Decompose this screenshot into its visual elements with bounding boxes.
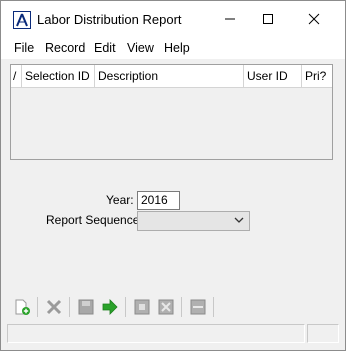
toolbar (1, 293, 345, 321)
status-bar (1, 321, 345, 350)
toolbar-separator (181, 297, 182, 317)
grid-header: / Selection ID Description User ID Pri? (11, 65, 332, 88)
menu-view[interactable]: View (127, 41, 154, 55)
column-header-user-id[interactable]: User ID (244, 65, 302, 87)
menu-file[interactable]: File (14, 41, 34, 55)
maximize-icon (263, 14, 273, 24)
year-label: Year: (106, 193, 134, 207)
report-sequence-label: Report Sequence: (46, 213, 143, 227)
window-title: Labor Distribution Report (37, 12, 182, 27)
save-icon (78, 299, 94, 315)
menu-edit[interactable]: Edit (94, 41, 116, 55)
close-button[interactable] (291, 1, 337, 37)
status-pane-main (7, 324, 305, 343)
status-pane-secondary (307, 324, 339, 343)
toolbar-separator (125, 297, 126, 317)
report-window: Labor Distribution Report File Record Ed… (0, 0, 346, 351)
app-logo-icon (13, 11, 31, 29)
title-bar: Labor Distribution Report (1, 1, 345, 37)
copy-button[interactable] (131, 296, 153, 318)
toolbar-separator (69, 297, 70, 317)
save-button[interactable] (75, 296, 97, 318)
options-button[interactable] (187, 296, 209, 318)
options-icon (190, 299, 206, 315)
column-header-selection-id[interactable]: Selection ID (22, 65, 95, 87)
clear-icon (158, 299, 174, 315)
column-header-marker[interactable]: / (11, 65, 22, 87)
column-header-description[interactable]: Description (95, 65, 244, 87)
new-record-button[interactable] (11, 296, 33, 318)
maximize-button[interactable] (245, 1, 291, 37)
report-sequence-select[interactable] (137, 211, 250, 231)
chevron-down-icon (234, 217, 244, 223)
go-arrow-icon (102, 299, 118, 315)
menu-bar: File Record Edit View Help (1, 37, 345, 59)
toolbar-separator (37, 297, 38, 317)
delete-icon (46, 299, 62, 315)
copy-icon (134, 299, 150, 315)
minimize-icon (225, 18, 235, 20)
close-icon (308, 13, 320, 25)
run-button[interactable] (99, 296, 121, 318)
year-field[interactable]: 2016 (137, 191, 180, 210)
toolbar-separator (213, 297, 214, 317)
clear-button[interactable] (155, 296, 177, 318)
new-record-icon (15, 299, 30, 315)
menu-record[interactable]: Record (45, 41, 85, 55)
selection-grid[interactable]: / Selection ID Description User ID Pri? (10, 64, 333, 160)
delete-button[interactable] (43, 296, 65, 318)
menu-help[interactable]: Help (164, 41, 190, 55)
column-header-pri[interactable]: Pri? (302, 65, 332, 87)
